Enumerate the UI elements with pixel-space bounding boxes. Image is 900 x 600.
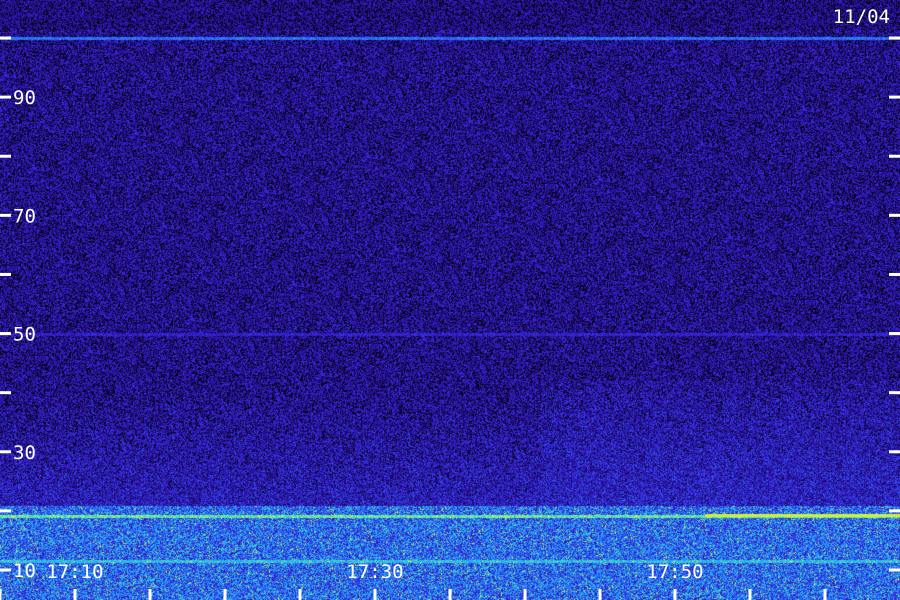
date-label: 11/04: [833, 6, 890, 28]
spectrogram-axes: 10 30 50 70 90 17:10 17:30 17:50 11/04: [0, 6, 900, 600]
x-tick-label: 17:10: [46, 561, 103, 583]
x-tick-label: 17:30: [346, 561, 403, 583]
y-tick-label: 10: [13, 560, 36, 582]
y-tick-label: 30: [13, 442, 36, 464]
y-axis-labels: 10 30 50 70 90: [13, 87, 36, 582]
x-axis-ticks: [0, 589, 827, 600]
y-tick-label: 70: [13, 205, 36, 227]
y-tick-label: 50: [13, 324, 36, 346]
x-axis-labels: 17:10 17:30 17:50: [46, 561, 703, 583]
y-axis-ticks: [0, 36, 900, 572]
x-tick-label: 17:50: [646, 561, 703, 583]
y-tick-label: 90: [13, 87, 36, 109]
